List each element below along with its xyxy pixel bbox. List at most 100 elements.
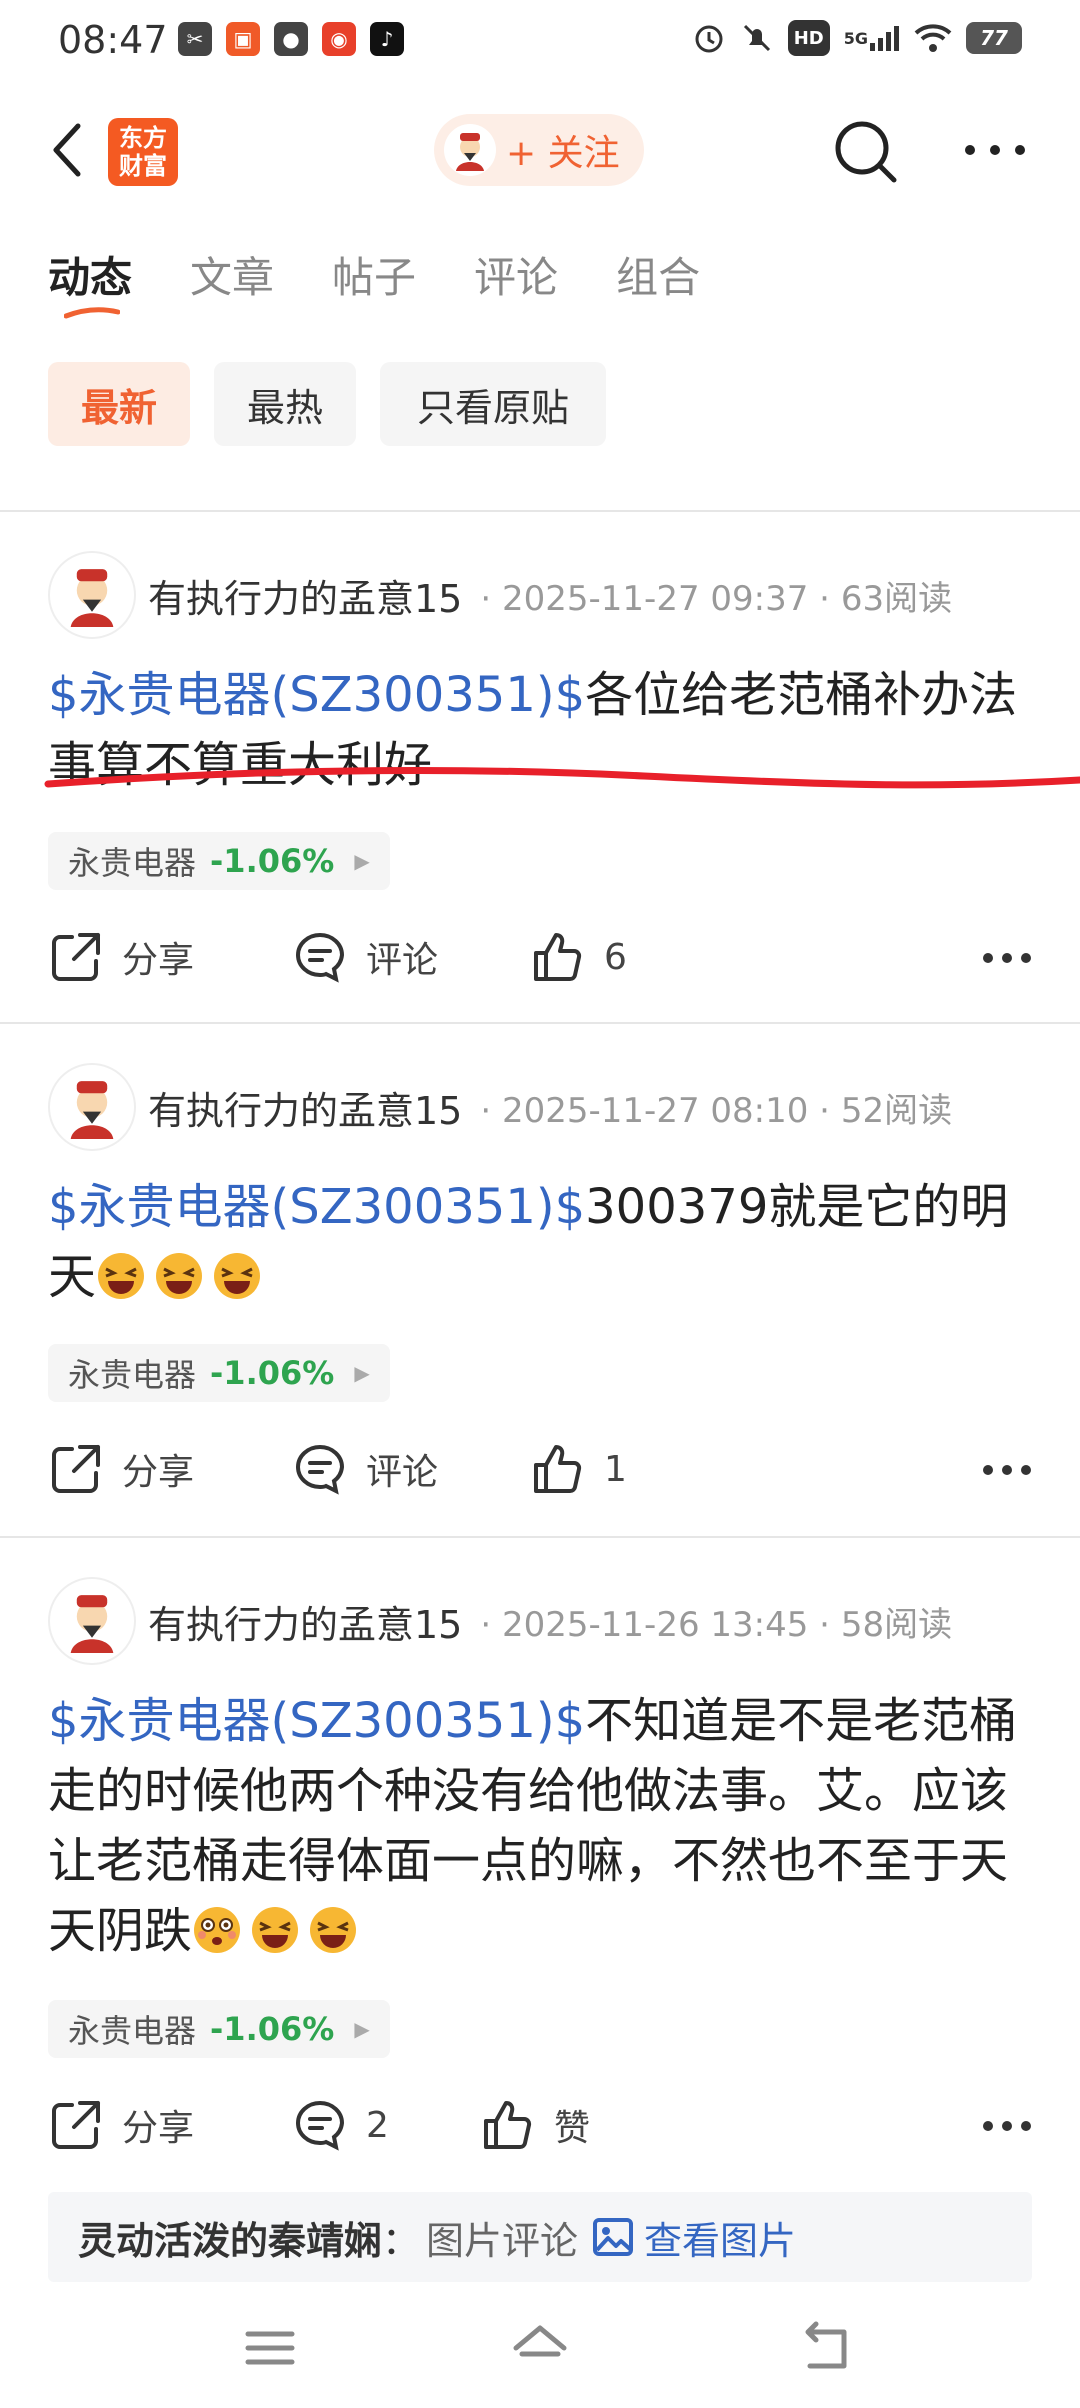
- stock-link[interactable]: $永贵电器(SZ300351)$: [48, 667, 585, 723]
- network-label: 5G: [843, 28, 868, 48]
- status-time: 08:47: [58, 18, 168, 62]
- comment-button[interactable]: 评论: [292, 1434, 438, 1504]
- share-label: 分享: [122, 2108, 195, 2149]
- post-divider: [0, 1022, 1080, 1024]
- filter-chips: 最新 最热 只看原贴: [48, 362, 606, 446]
- follow-label: + 关注: [506, 133, 620, 174]
- stock-tag[interactable]: 永贵电器 -1.06% ▶: [48, 2000, 390, 2058]
- stock-tag[interactable]: 永贵电器 -1.06% ▶: [48, 832, 390, 890]
- stock-link[interactable]: $永贵电器(SZ300351)$: [48, 1693, 585, 1749]
- more-options-icon[interactable]: [962, 130, 1028, 170]
- fortune-god-icon: [70, 569, 114, 627]
- scissors-app-icon: ✂: [178, 22, 212, 56]
- logo-line-2: 财富: [119, 152, 167, 180]
- laughing-emoji-icon: [156, 1253, 203, 1299]
- laughing-emoji-icon: [98, 1253, 145, 1299]
- stock-tag-change: -1.06%: [210, 2010, 335, 2048]
- hd-icon: HD: [787, 20, 830, 56]
- view-image-link[interactable]: 查看图片: [592, 2210, 796, 2265]
- follow-button[interactable]: + 关注: [434, 114, 644, 186]
- mute-icon: [740, 20, 774, 56]
- flushed-emoji-icon: [194, 1907, 241, 1953]
- comment-preview[interactable]: 灵动活泼的秦靖娴 ： 图片评论 查看图片: [48, 2192, 1032, 2282]
- avatar[interactable]: [48, 551, 136, 639]
- back-arrow-icon[interactable]: [44, 118, 94, 182]
- filter-latest[interactable]: 最新: [48, 362, 190, 446]
- tab-posts[interactable]: 帖子: [332, 244, 416, 305]
- stock-tag[interactable]: 永贵电器 -1.06% ▶: [48, 1344, 390, 1402]
- more-options-icon[interactable]: [982, 1450, 1032, 1490]
- back-nav-icon[interactable]: [796, 2320, 856, 2376]
- avatar[interactable]: [48, 1063, 136, 1151]
- system-nav-bar: [0, 2290, 1080, 2408]
- home-icon[interactable]: [510, 2320, 570, 2376]
- share-label: 分享: [122, 940, 195, 981]
- orange-app-icon: ▣: [226, 22, 260, 56]
- more-options-icon[interactable]: [982, 938, 1032, 978]
- share-button[interactable]: 分享: [48, 922, 194, 992]
- comment-separator: ：: [382, 2218, 421, 2263]
- like-count: 1: [604, 1448, 627, 1490]
- stock-tag-change: -1.06%: [210, 1354, 335, 1392]
- fortune-god-icon: [70, 1595, 114, 1653]
- post-actions: 分享 评论 1: [48, 1434, 1032, 1504]
- author-name[interactable]: 有执行力的孟意15: [148, 1080, 462, 1135]
- top-header: 东方 财富 + 关注: [0, 100, 1080, 200]
- thumbs-up-icon: [534, 933, 582, 981]
- laughing-emoji-icon: [310, 1907, 357, 1953]
- comment-button[interactable]: 评论: [292, 922, 438, 992]
- filter-hottest[interactable]: 最热: [214, 362, 356, 446]
- section-divider: [0, 510, 1080, 512]
- comment-user[interactable]: 灵动活泼的秦靖娴: [78, 2210, 382, 2265]
- comment-button[interactable]: 2: [292, 2090, 389, 2160]
- post-header: 有执行力的孟意15 · 2025-11-27 09:37 · 63阅读: [48, 550, 952, 640]
- post-item[interactable]: 有执行力的孟意15 · 2025-11-27 08:10 · 52阅读 $永贵电…: [0, 1062, 1080, 1532]
- tab-label: 文章: [190, 253, 275, 302]
- avatar[interactable]: [48, 1577, 136, 1665]
- stock-tag-name: 永贵电器: [68, 844, 197, 882]
- share-button[interactable]: 分享: [48, 1434, 194, 1504]
- share-label: 分享: [122, 1452, 195, 1493]
- like-label: 赞: [554, 2108, 591, 2149]
- filter-original-only[interactable]: 只看原贴: [380, 362, 606, 446]
- comment-icon: [296, 2100, 345, 2151]
- red-underline-annotation: [44, 766, 1080, 789]
- wechat-icon: ●: [274, 22, 308, 56]
- stock-tag-name: 永贵电器: [68, 1356, 197, 1394]
- share-icon: [52, 933, 100, 981]
- like-button[interactable]: 1: [530, 1434, 627, 1504]
- tab-comments[interactable]: 评论: [474, 244, 558, 305]
- tab-articles[interactable]: 文章: [190, 244, 274, 305]
- post-item[interactable]: 有执行力的孟意15 · 2025-11-27 09:37 · 63阅读 $永贵电…: [0, 550, 1080, 1020]
- comment-label: 评论: [366, 940, 439, 981]
- stock-link[interactable]: $永贵电器(SZ300351)$: [48, 1179, 585, 1235]
- post-actions: 分享 2 赞: [48, 2090, 1032, 2160]
- post-content[interactable]: $永贵电器(SZ300351)$300379就是它的明天: [48, 1172, 1028, 1312]
- menu-icon[interactable]: [240, 2320, 300, 2376]
- author-name[interactable]: 有执行力的孟意15: [148, 568, 462, 623]
- share-icon: [52, 1445, 100, 1493]
- post-content[interactable]: $永贵电器(SZ300351)$不知道是不是老范桶走的时候他两个种没有给他做法事…: [48, 1686, 1028, 1966]
- post-meta: · 2025-11-27 09:37 · 63阅读: [480, 578, 953, 619]
- post-header: 有执行力的孟意15 · 2025-11-26 13:45 · 58阅读: [48, 1576, 952, 1666]
- like-button[interactable]: 赞: [480, 2090, 590, 2160]
- search-icon[interactable]: [830, 116, 900, 186]
- status-app-icons: ✂ ▣ ● ◉ ♪: [178, 22, 404, 56]
- post-item[interactable]: 有执行力的孟意15 · 2025-11-26 13:45 · 58阅读 $永贵电…: [0, 1576, 1080, 2276]
- like-button[interactable]: 6: [530, 922, 627, 992]
- stock-tag-name: 永贵电器: [68, 2012, 197, 2050]
- thumbs-up-icon: [484, 2101, 532, 2149]
- thumbs-up-icon: [534, 1445, 582, 1493]
- image-icon: [593, 2218, 634, 2256]
- author-name[interactable]: 有执行力的孟意15: [148, 1594, 462, 1649]
- share-button[interactable]: 分享: [48, 2090, 194, 2160]
- comment-type: 图片评论: [426, 2218, 579, 2263]
- app-logo: 东方 财富: [108, 118, 178, 186]
- wifi-icon: [914, 20, 952, 56]
- more-options-icon[interactable]: [982, 2106, 1032, 2146]
- tab-portfolios[interactable]: 组合: [616, 244, 700, 305]
- comment-icon: [296, 932, 345, 983]
- tab-dynamics[interactable]: 动态: [48, 244, 132, 319]
- post-datetime: 2025-11-27 09:37: [501, 578, 809, 619]
- tab-label: 组合: [616, 253, 701, 302]
